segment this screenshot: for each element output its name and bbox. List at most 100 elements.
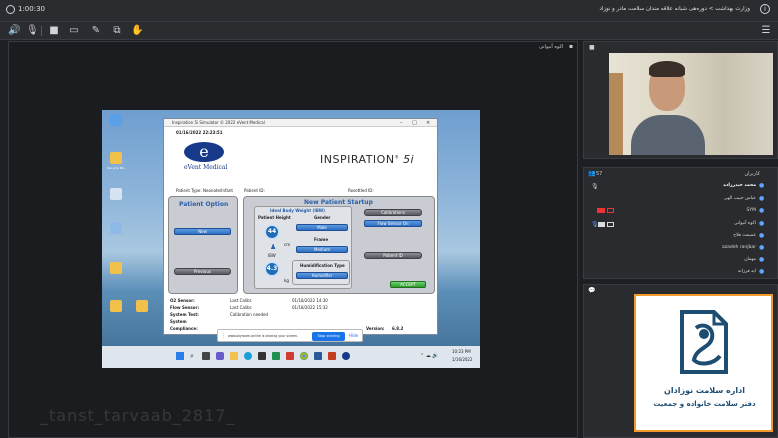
flow-last-calibr: Last Calibr. [230, 305, 253, 310]
mother-baby-icon [680, 310, 728, 374]
patient-id-button[interactable]: Patient ID [364, 252, 422, 259]
chat-icon: 💬 [588, 287, 596, 294]
microphone-icon: 🎙 [591, 183, 599, 190]
share-grip-icon[interactable]: ⋮ [221, 333, 226, 339]
share-bar-text: www.skyroom.online is sharing your scree… [228, 334, 299, 338]
chrome-icon[interactable] [300, 352, 308, 360]
folder-icon [136, 300, 148, 312]
person-icon: ● [759, 244, 765, 251]
version-value: 6.8.2 [392, 326, 404, 331]
compliance-label: Compliance: [170, 326, 198, 331]
close-icon[interactable]: × [426, 119, 430, 127]
app-title-bar: Inspiration 5i Simulator © 2022 eVent Me… [164, 119, 437, 127]
presenter-hair [649, 61, 685, 77]
o2-last-calibr: Last Calibr. [230, 298, 253, 303]
desktop-icon-label: Recycle Bin [107, 166, 125, 170]
screen-share-icon[interactable]: ▭ [68, 25, 80, 37]
person-icon: ● [759, 268, 765, 275]
previous-button[interactable]: Previous [174, 268, 231, 275]
presenter-body [631, 115, 705, 155]
person-icon: ● [759, 207, 765, 214]
powerpoint-icon[interactable] [328, 352, 336, 360]
person-icon: ● [759, 195, 765, 202]
pen-icon[interactable]: ✎ [90, 25, 102, 37]
logo-line-2: دفتر سلامت خانواده و جمعیت [653, 400, 756, 408]
flow-sensor-label: Flow Sensor: [170, 305, 200, 310]
screen-icon [607, 222, 614, 227]
attendee-name: ایه فرزانه [737, 269, 756, 274]
frame-label: Frame [314, 237, 329, 242]
calibrations-button[interactable]: Calibrations [364, 209, 422, 216]
accept-button[interactable]: ACCEPT [390, 281, 426, 288]
o2-sensor-label: O2 Sensor: [170, 298, 195, 303]
hand-raise-icon[interactable]: ✋ [131, 25, 143, 37]
attendee-name: عصمت فلاح [733, 233, 756, 238]
system-test-label: System Test: [170, 312, 199, 317]
network-icon [110, 222, 122, 234]
app-icon[interactable] [286, 352, 294, 360]
new-button[interactable]: New [174, 228, 231, 235]
ibw-label: IBW [268, 253, 276, 258]
logo-line-1: اداره سلامت نوزادان [664, 386, 745, 395]
store-icon[interactable] [258, 352, 266, 360]
bookshelf [609, 73, 623, 155]
edge-icon[interactable] [244, 352, 252, 360]
attendee-name: مهمان [744, 257, 756, 262]
excel-icon[interactable] [272, 352, 280, 360]
frame-select[interactable]: Medium [296, 246, 348, 253]
whiteboard-icon[interactable]: ⧉ [111, 25, 123, 37]
resettled-id-label: Resettled ID: [348, 188, 374, 193]
person-icon: ● [759, 232, 765, 239]
windows-taskbar: ⌕ ⌃ ☁ 🔊 10:23 PM 1/16/2022 [102, 346, 480, 368]
person-icon: ● [759, 220, 765, 227]
taskview-icon[interactable] [202, 352, 210, 360]
inspiration-task-icon[interactable] [342, 352, 350, 360]
microphone-icon[interactable]: 🎙 [26, 25, 39, 37]
screen-icon [607, 208, 614, 213]
presentation-owner: اکوه آنیوانی [539, 44, 564, 50]
patient-option-box [168, 196, 238, 294]
word-icon[interactable] [314, 352, 322, 360]
humidification-select[interactable]: Humidifier [296, 272, 348, 279]
weight-dial: 4.3 [264, 261, 280, 277]
camera-icon [598, 222, 605, 227]
stop-sharing-button[interactable]: Stop sharing [312, 332, 345, 341]
app-datetime: 01/16/2022 22:23:51 [176, 130, 223, 135]
explorer-icon[interactable] [230, 352, 238, 360]
clock-icon [6, 5, 15, 14]
watermark-text: _tanst_tarvaab_2817_ [40, 406, 236, 425]
monitor-icon [110, 114, 122, 126]
attendee-name: azadeh ranjbar [722, 245, 756, 250]
gender-select[interactable]: Male [296, 224, 348, 231]
top-bar: 1:00:30 وزارت بهداشت > دوره‌هی شبانه علا… [0, 0, 778, 22]
minimize-icon[interactable]: – [400, 119, 403, 127]
height-dial[interactable]: 44 [264, 224, 280, 240]
attendees-title: کاربران [744, 171, 760, 177]
system-test-status: Calibration needed [230, 312, 269, 317]
hide-button[interactable]: Hide [349, 333, 358, 338]
camera-icon[interactable]: ■ [48, 25, 60, 37]
maximize-icon[interactable]: □ [412, 119, 417, 127]
search-icon[interactable]: ⌕ [190, 352, 194, 360]
camera-panel-icon: ■ [589, 44, 595, 51]
folder-icon [110, 262, 122, 274]
event-medical-logo: e eVent Medical [184, 142, 228, 171]
app-title: Inspiration 5i Simulator © 2022 eVent Me… [172, 120, 265, 125]
speaker-icon[interactable]: 🔊 [8, 25, 20, 37]
tray-icons: ⌃ ☁ 🔊 [420, 353, 439, 359]
attendees-icon: 👥 [588, 170, 596, 177]
person-icon: ♟ [270, 243, 277, 251]
taskbar-time: 10:23 PM [452, 349, 471, 354]
attendees-count: 57 [596, 171, 603, 177]
chat-app-icon[interactable] [216, 352, 224, 360]
flow-sensor-button[interactable]: Flow Sensor On [364, 220, 422, 227]
patient-height-label: Patient Height [258, 215, 291, 220]
info-icon[interactable]: i [760, 4, 770, 14]
session-timer: 1:00:30 [18, 5, 45, 13]
humidification-label: Humidification Type [300, 263, 345, 268]
panel-expand-icon[interactable]: ▪ [569, 43, 573, 50]
flow-calibr-date: 01/18/2022 15:32 [292, 305, 328, 310]
attendee-name: عباس حبیب الهی [723, 196, 756, 201]
menu-icon[interactable]: ☰ [760, 25, 772, 37]
start-icon[interactable] [176, 352, 184, 360]
